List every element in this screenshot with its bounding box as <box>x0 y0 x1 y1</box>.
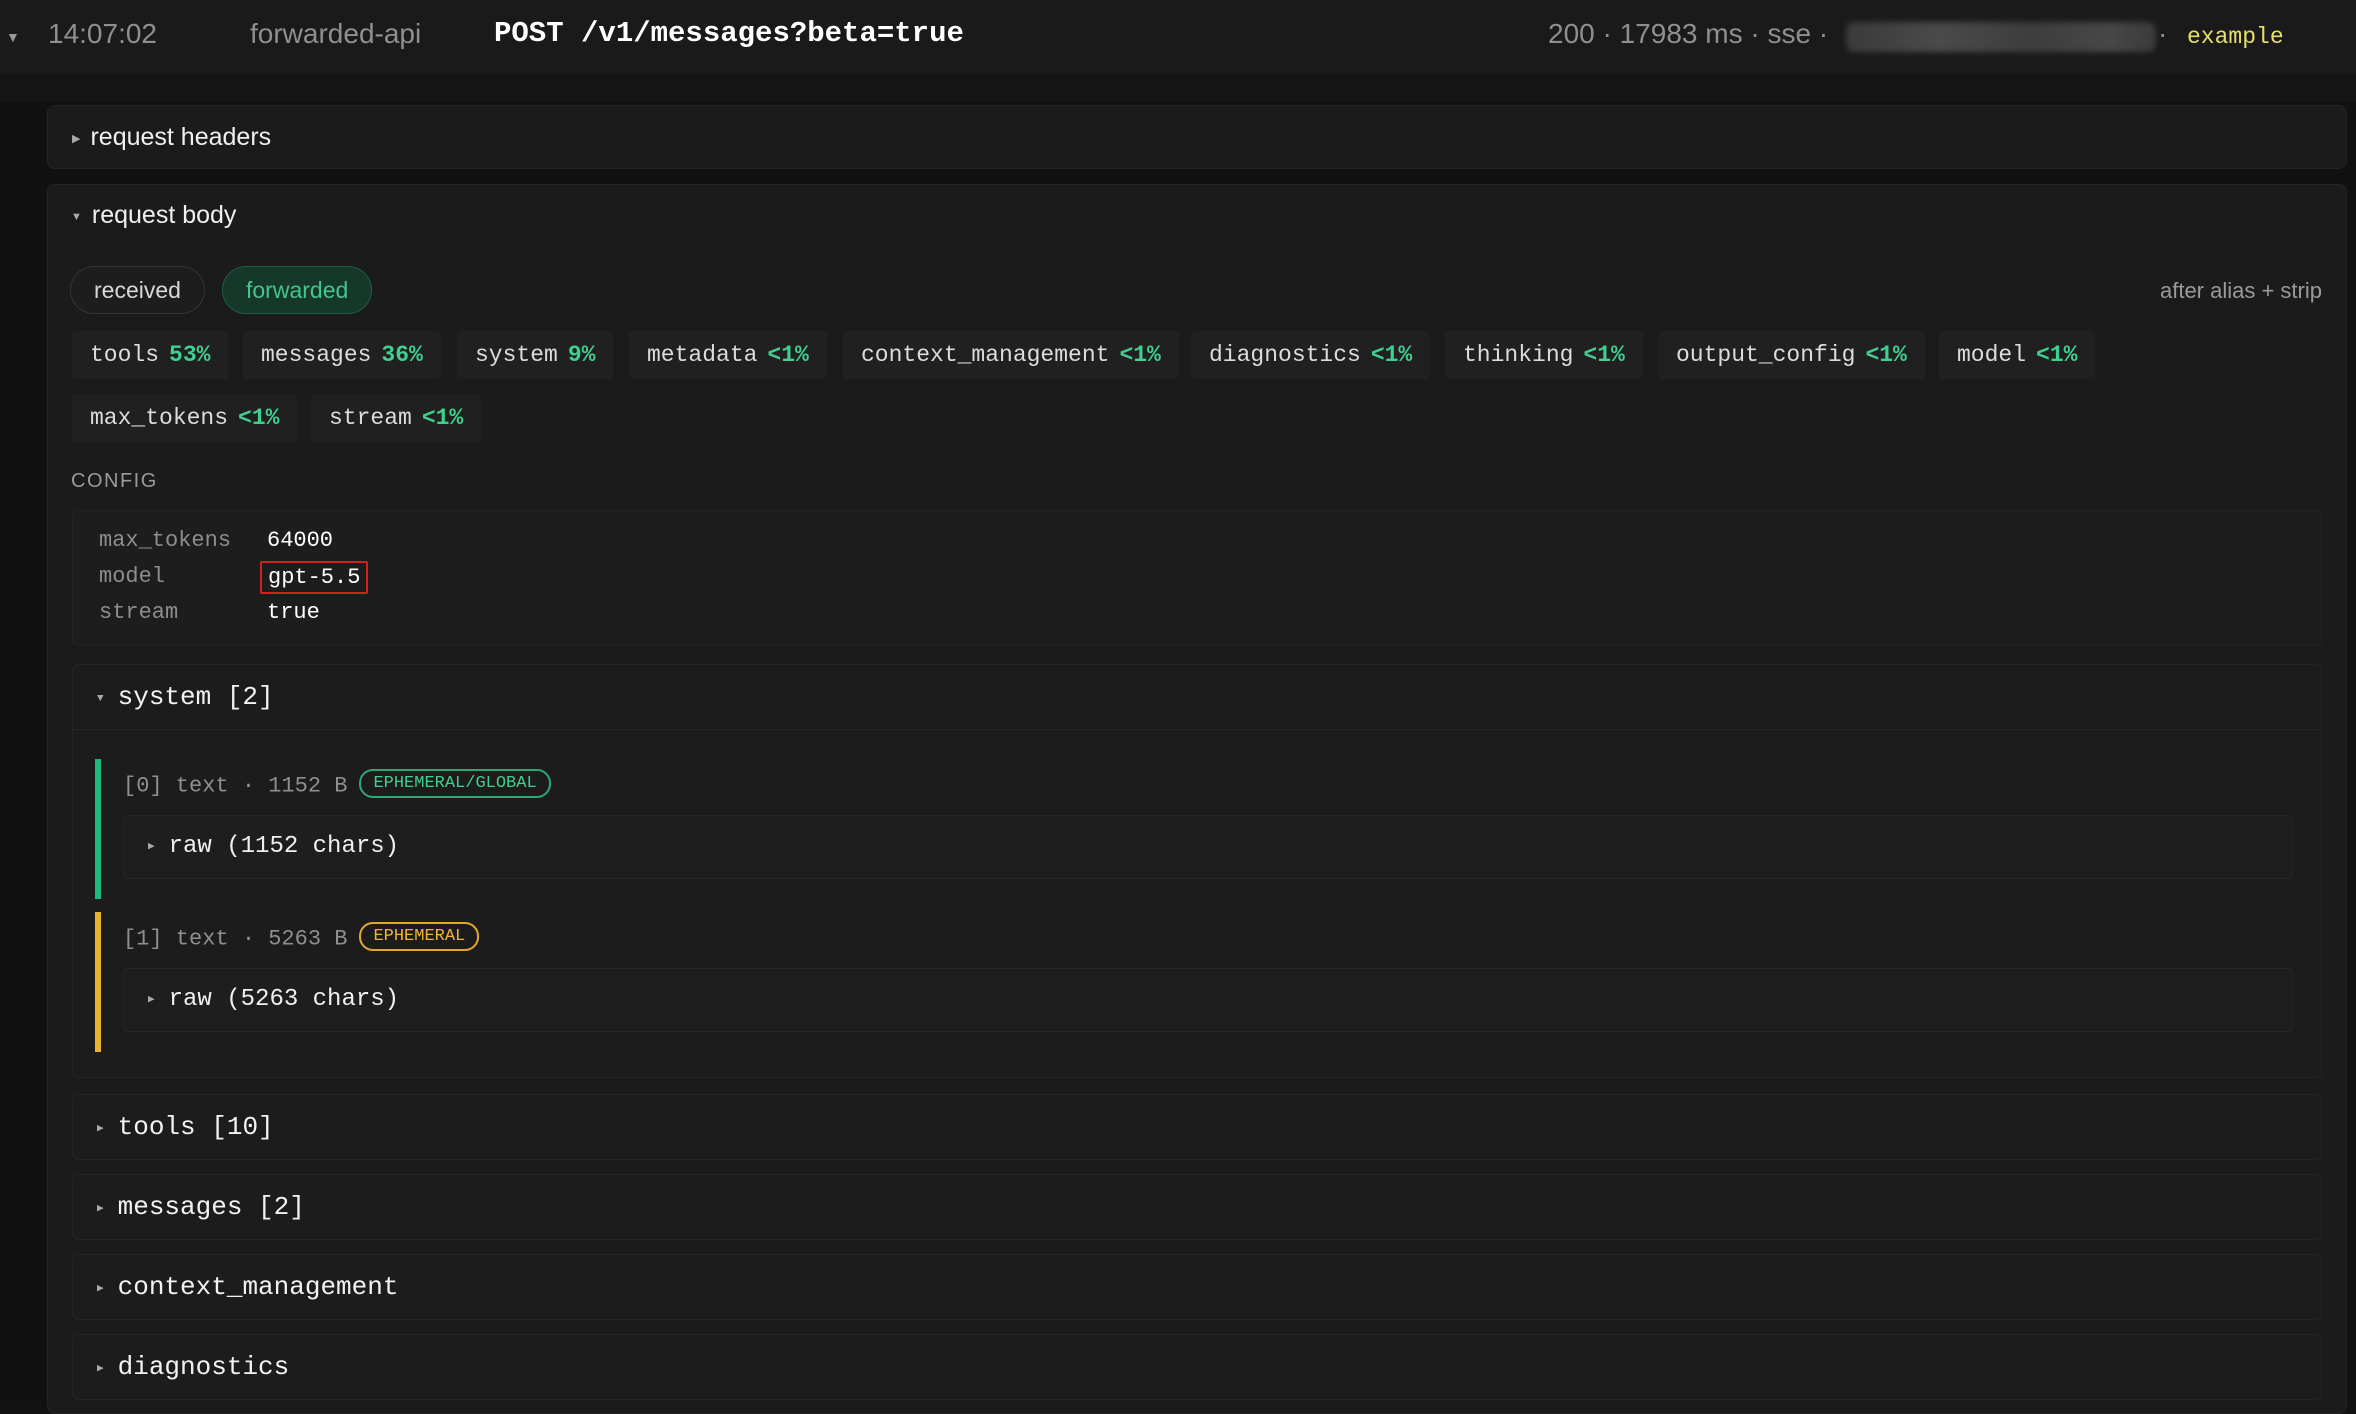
forwarded-toggle-button[interactable]: forwarded <box>222 266 373 314</box>
system-item-header: [1] text · 5263 B EPHEMERAL <box>123 922 480 953</box>
transform-note: after alias + strip <box>2159 278 2322 303</box>
config-key: max_tokens <box>99 528 232 553</box>
expand-caret-icon: ▶ <box>72 133 81 145</box>
config-key: model <box>99 564 166 589</box>
field-percent: 9% <box>567 342 596 368</box>
field-tag-metadata[interactable]: metadata <1% <box>629 331 827 379</box>
request-body-toggle[interactable]: ▼ request body <box>71 201 236 230</box>
section-title: diagnostics <box>117 1352 290 1382</box>
messages-section[interactable]: ▶ messages [2] <box>72 1174 2322 1240</box>
system-section: ▼ system [2] [0] text · 1152 B EPHEMERAL/G… <box>72 664 2322 1078</box>
system-section-toggle[interactable]: ▼ system [2] <box>97 682 274 712</box>
context-management-section-toggle[interactable]: ▶ context_management <box>97 1272 398 1302</box>
separator-dot: · <box>2158 18 2168 49</box>
field-tag-max-tokens[interactable]: max_tokens <1% <box>72 394 298 442</box>
system-item: [1] text · 5263 B EPHEMERAL ▶ raw (5263 ch… <box>95 912 2295 1052</box>
field-tag-model[interactable]: model <1% <box>1939 331 2096 379</box>
raw-toggle-label: ▶ raw (1152 chars) <box>148 833 399 860</box>
system-item-header: [0] text · 1152 B EPHEMERAL/GLOBAL <box>123 769 551 800</box>
raw-toggle[interactable]: ▶ raw (1152 chars) <box>123 815 2293 879</box>
expand-caret-icon: ▶ <box>97 1203 104 1215</box>
field-percent: <1% <box>1583 342 1625 368</box>
section-title: tools [10] <box>117 1112 274 1142</box>
config-value: true <box>267 600 320 625</box>
field-tag-output-config[interactable]: output_config <1% <box>1658 331 1925 379</box>
collapse-caret-icon[interactable]: ▼ <box>6 29 20 45</box>
field-name: tools <box>90 342 160 368</box>
request-time: 14:07:02 <box>48 18 157 49</box>
redacted-text <box>1846 22 2156 52</box>
request-body-title: request body <box>91 201 237 229</box>
request-row-header[interactable]: ▼ 14:07:02 forwarded-api POST /v1/messag… <box>0 0 2356 74</box>
expand-caret-icon: ▶ <box>97 1283 104 1295</box>
request-source: forwarded-api <box>250 18 422 49</box>
field-name: thinking <box>1463 342 1574 368</box>
section-title: messages [2] <box>117 1192 305 1222</box>
request-headers-title: request headers <box>90 123 272 151</box>
field-tag-system[interactable]: system 9% <box>457 331 614 379</box>
field-percent: <1% <box>767 342 809 368</box>
field-tag-messages[interactable]: messages 36% <box>243 331 441 379</box>
divider <box>73 729 2321 730</box>
messages-section-toggle[interactable]: ▶ messages [2] <box>97 1192 305 1222</box>
tools-section[interactable]: ▶ tools [10] <box>72 1094 2322 1160</box>
field-tag-thinking[interactable]: thinking <1% <box>1445 331 1643 379</box>
system-item-accent-bar <box>95 759 101 899</box>
tools-section-toggle[interactable]: ▶ tools [10] <box>97 1112 274 1142</box>
cache-badge: EPHEMERAL <box>359 922 480 951</box>
system-item-meta: [1] text · 5263 B <box>123 926 348 952</box>
field-tag-stream[interactable]: stream <1% <box>311 394 482 442</box>
field-percent: 36% <box>381 342 423 368</box>
system-item: [0] text · 1152 B EPHEMERAL/GLOBAL ▶ raw (… <box>95 759 2295 899</box>
field-name: messages <box>261 342 372 368</box>
field-percent: <1% <box>1370 342 1413 368</box>
request-meta: 200 · 17983 ms · sse · <box>1548 18 1829 49</box>
expand-caret-icon: ▶ <box>97 1363 104 1375</box>
system-section-title: system [2] <box>117 682 274 712</box>
field-percent: <1% <box>1865 342 1907 368</box>
request-headers-toggle[interactable]: ▶ request headers <box>72 123 271 152</box>
request-route: POST /v1/messages?beta=true <box>494 17 964 50</box>
config-value-highlighted: gpt-5.5 <box>260 561 369 594</box>
expand-caret-icon: ▶ <box>97 1123 104 1135</box>
field-name: context_management <box>861 342 1110 368</box>
collapse-caret-icon: ▼ <box>71 211 82 223</box>
cache-badge: EPHEMERAL/GLOBAL <box>359 769 551 798</box>
diagnostics-section-toggle[interactable]: ▶ diagnostics <box>97 1352 289 1382</box>
field-percent: <1% <box>238 405 280 431</box>
field-percent: 53% <box>169 342 211 368</box>
field-name: output_config <box>1676 342 1856 368</box>
config-table: max_tokens 64000 model gpt-5.5 stream tr… <box>72 510 2322 646</box>
system-item-accent-bar <box>95 912 101 1052</box>
field-name: diagnostics <box>1209 342 1361 368</box>
received-toggle-button[interactable]: received <box>70 266 205 314</box>
raw-toggle-label: ▶ raw (5263 chars) <box>148 986 399 1013</box>
context-management-section[interactable]: ▶ context_management <box>72 1254 2322 1320</box>
raw-label-text: raw (1152 chars) <box>168 833 400 860</box>
config-value: 64000 <box>267 528 334 553</box>
request-headers-panel[interactable]: ▶ request headers <box>47 105 2347 169</box>
field-name: metadata <box>647 342 758 368</box>
raw-label-text: raw (5263 chars) <box>168 986 400 1013</box>
field-tag-context-management[interactable]: context_management <1% <box>843 331 1179 379</box>
expand-caret-icon: ▶ <box>148 994 155 1006</box>
field-tag-tools[interactable]: tools 53% <box>72 331 229 379</box>
field-name: system <box>475 342 558 368</box>
field-percent: <1% <box>1119 342 1161 368</box>
field-name: max_tokens <box>90 405 229 431</box>
field-tag-diagnostics[interactable]: diagnostics <1% <box>1191 331 1431 379</box>
field-percent: <1% <box>421 405 464 431</box>
field-name: model <box>1957 342 2027 368</box>
expand-caret-icon: ▶ <box>148 841 155 853</box>
field-percent: <1% <box>2036 342 2078 368</box>
config-section-label: CONFIG <box>71 470 158 492</box>
section-title: context_management <box>117 1272 399 1302</box>
diagnostics-section[interactable]: ▶ diagnostics <box>72 1334 2322 1400</box>
field-name: stream <box>329 405 412 431</box>
collapse-caret-icon: ▼ <box>97 693 104 705</box>
raw-toggle[interactable]: ▶ raw (5263 chars) <box>123 968 2293 1032</box>
system-item-meta: [0] text · 1152 B <box>123 773 348 799</box>
env-label: example <box>2187 24 2284 50</box>
config-key: stream <box>99 600 179 625</box>
